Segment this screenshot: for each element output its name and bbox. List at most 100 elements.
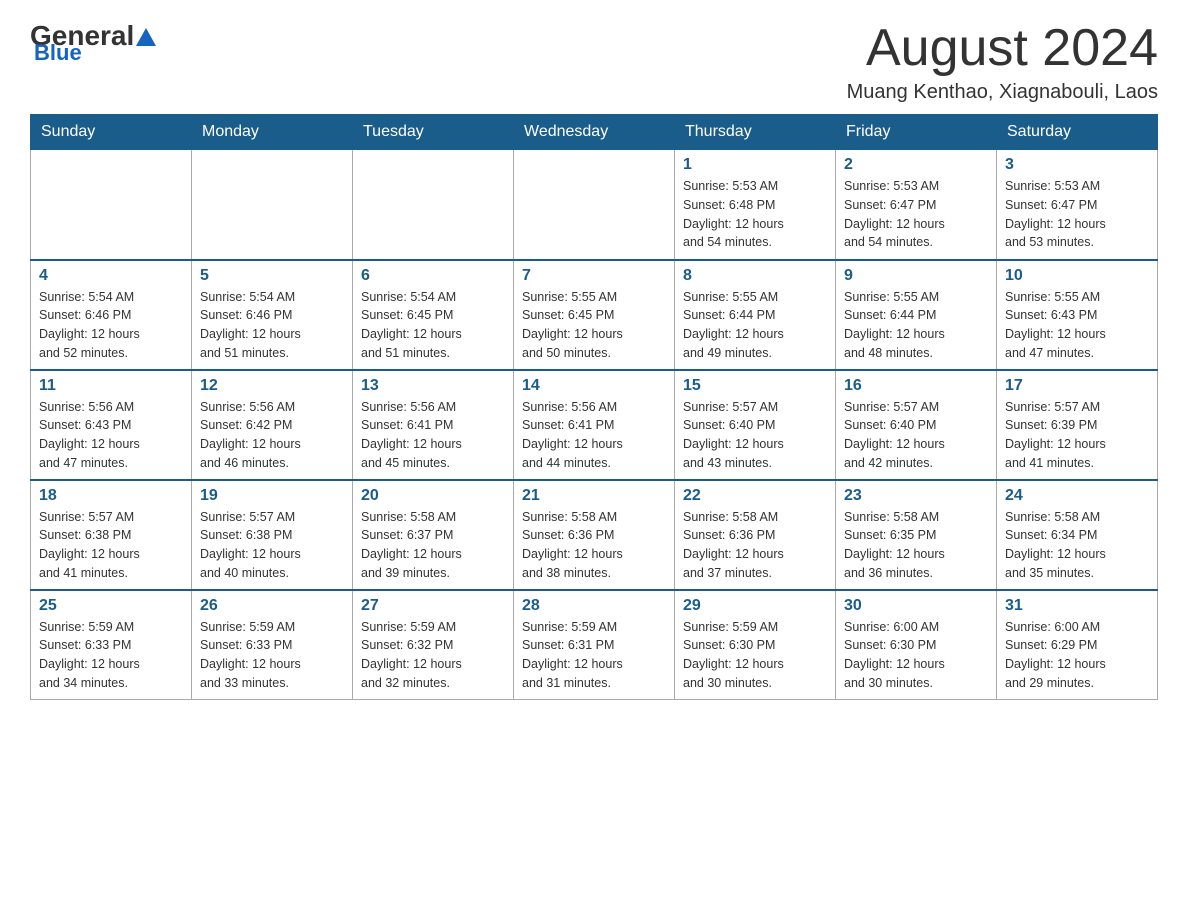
day-info: Sunrise: 5:58 AM Sunset: 6:35 PM Dayligh… [844, 508, 988, 583]
calendar-week-row: 4 Sunrise: 5:54 AM Sunset: 6:46 PM Daylig… [31, 260, 1158, 370]
day-header-friday: Friday [836, 115, 997, 150]
calendar-cell: 7 Sunrise: 5:55 AM Sunset: 6:45 PM Daylig… [514, 260, 675, 370]
day-number: 22 [683, 487, 827, 505]
day-info: Sunrise: 5:58 AM Sunset: 6:34 PM Dayligh… [1005, 508, 1149, 583]
day-number: 31 [1005, 597, 1149, 615]
day-info: Sunrise: 5:56 AM Sunset: 6:42 PM Dayligh… [200, 398, 344, 473]
day-number: 27 [361, 597, 505, 615]
calendar-cell: 16Sunrise: 5:57 AM Sunset: 6:40 PM Dayli… [836, 370, 997, 480]
day-info: Sunrise: 5:56 AM Sunset: 6:41 PM Dayligh… [361, 398, 505, 473]
day-header-wednesday: Wednesday [514, 115, 675, 150]
day-info: Sunrise: 5:53 AM Sunset: 6:47 PM Dayligh… [844, 177, 988, 252]
day-info: Sunrise: 5:55 AM Sunset: 6:44 PM Dayligh… [683, 288, 827, 363]
calendar-cell: 6 Sunrise: 5:54 AM Sunset: 6:45 PM Daylig… [353, 260, 514, 370]
calendar-cell: 4 Sunrise: 5:54 AM Sunset: 6:46 PM Daylig… [31, 260, 192, 370]
day-info: Sunrise: 5:54 AM Sunset: 6:46 PM Dayligh… [200, 288, 344, 363]
day-info: Sunrise: 5:56 AM Sunset: 6:43 PM Dayligh… [39, 398, 183, 473]
day-number: 11 [39, 377, 183, 395]
day-info: Sunrise: 5:56 AM Sunset: 6:41 PM Dayligh… [522, 398, 666, 473]
day-number: 30 [844, 597, 988, 615]
calendar-cell: 28Sunrise: 5:59 AM Sunset: 6:31 PM Dayli… [514, 590, 675, 700]
day-info: Sunrise: 5:57 AM Sunset: 6:39 PM Dayligh… [1005, 398, 1149, 473]
day-number: 10 [1005, 267, 1149, 285]
day-info: Sunrise: 5:55 AM Sunset: 6:45 PM Dayligh… [522, 288, 666, 363]
calendar-cell: 29Sunrise: 5:59 AM Sunset: 6:30 PM Dayli… [675, 590, 836, 700]
day-info: Sunrise: 5:58 AM Sunset: 6:37 PM Dayligh… [361, 508, 505, 583]
day-info: Sunrise: 5:57 AM Sunset: 6:38 PM Dayligh… [200, 508, 344, 583]
calendar-cell: 20 Sunrise: 5:58 AM Sunset: 6:37 PM Dayli… [353, 480, 514, 590]
day-number: 25 [39, 597, 183, 615]
calendar-week-row: 1 Sunrise: 5:53 AM Sunset: 6:48 PM Daylig… [31, 150, 1158, 260]
day-info: Sunrise: 5:54 AM Sunset: 6:45 PM Dayligh… [361, 288, 505, 363]
day-number: 26 [200, 597, 344, 615]
calendar-cell: 14 Sunrise: 5:56 AM Sunset: 6:41 PM Dayli… [514, 370, 675, 480]
day-info: Sunrise: 5:59 AM Sunset: 6:33 PM Dayligh… [200, 618, 344, 693]
calendar-cell: 15 Sunrise: 5:57 AM Sunset: 6:40 PM Dayli… [675, 370, 836, 480]
day-number: 23 [844, 487, 988, 505]
calendar-cell: 1 Sunrise: 5:53 AM Sunset: 6:48 PM Daylig… [675, 150, 836, 260]
page-header: General Blue August 2024 Muang Kenthao, … [30, 20, 1158, 104]
calendar-cell: 13Sunrise: 5:56 AM Sunset: 6:41 PM Dayli… [353, 370, 514, 480]
day-info: Sunrise: 6:00 AM Sunset: 6:30 PM Dayligh… [844, 618, 988, 693]
calendar-cell: 24 Sunrise: 5:58 AM Sunset: 6:34 PM Dayli… [997, 480, 1158, 590]
calendar-cell [31, 150, 192, 260]
day-header-sunday: Sunday [31, 115, 192, 150]
day-number: 14 [522, 377, 666, 395]
calendar-cell: 22 Sunrise: 5:58 AM Sunset: 6:36 PM Dayli… [675, 480, 836, 590]
calendar-cell: 12Sunrise: 5:56 AM Sunset: 6:42 PM Dayli… [192, 370, 353, 480]
day-number: 9 [844, 267, 988, 285]
day-info: Sunrise: 5:53 AM Sunset: 6:47 PM Dayligh… [1005, 177, 1149, 252]
day-header-tuesday: Tuesday [353, 115, 514, 150]
day-info: Sunrise: 5:59 AM Sunset: 6:30 PM Dayligh… [683, 618, 827, 693]
day-number: 5 [200, 267, 344, 285]
calendar-cell: 10 Sunrise: 5:55 AM Sunset: 6:43 PM Dayli… [997, 260, 1158, 370]
calendar-cell: 25 Sunrise: 5:59 AM Sunset: 6:33 PM Dayli… [31, 590, 192, 700]
calendar-cell: 18 Sunrise: 5:57 AM Sunset: 6:38 PM Dayli… [31, 480, 192, 590]
calendar-cell [192, 150, 353, 260]
calendar-cell: 31 Sunrise: 6:00 AM Sunset: 6:29 PM Dayli… [997, 590, 1158, 700]
day-number: 15 [683, 377, 827, 395]
logo: General Blue [30, 20, 158, 66]
calendar-cell: 11 Sunrise: 5:56 AM Sunset: 6:43 PM Dayli… [31, 370, 192, 480]
calendar-cell: 26 Sunrise: 5:59 AM Sunset: 6:33 PM Dayli… [192, 590, 353, 700]
logo-triangle-icon [136, 28, 156, 46]
day-info: Sunrise: 5:55 AM Sunset: 6:44 PM Dayligh… [844, 288, 988, 363]
calendar-week-row: 11 Sunrise: 5:56 AM Sunset: 6:43 PM Dayli… [31, 370, 1158, 480]
day-number: 21 [522, 487, 666, 505]
day-number: 18 [39, 487, 183, 505]
calendar-cell: 2Sunrise: 5:53 AM Sunset: 6:47 PM Daylig… [836, 150, 997, 260]
day-number: 6 [361, 267, 505, 285]
calendar-cell: 21Sunrise: 5:58 AM Sunset: 6:36 PM Dayli… [514, 480, 675, 590]
calendar-cell: 9 Sunrise: 5:55 AM Sunset: 6:44 PM Daylig… [836, 260, 997, 370]
day-number: 17 [1005, 377, 1149, 395]
day-number: 19 [200, 487, 344, 505]
day-info: Sunrise: 5:53 AM Sunset: 6:48 PM Dayligh… [683, 177, 827, 252]
day-number: 3 [1005, 156, 1149, 174]
calendar-cell: 30 Sunrise: 6:00 AM Sunset: 6:30 PM Dayli… [836, 590, 997, 700]
day-info: Sunrise: 5:54 AM Sunset: 6:46 PM Dayligh… [39, 288, 183, 363]
day-number: 20 [361, 487, 505, 505]
calendar-cell [514, 150, 675, 260]
calendar-cell: 5 Sunrise: 5:54 AM Sunset: 6:46 PM Daylig… [192, 260, 353, 370]
logo-blue-text: Blue [34, 40, 82, 66]
day-info: Sunrise: 5:59 AM Sunset: 6:31 PM Dayligh… [522, 618, 666, 693]
day-info: Sunrise: 5:57 AM Sunset: 6:40 PM Dayligh… [683, 398, 827, 473]
day-info: Sunrise: 5:57 AM Sunset: 6:38 PM Dayligh… [39, 508, 183, 583]
day-number: 1 [683, 156, 827, 174]
calendar-cell: 17 Sunrise: 5:57 AM Sunset: 6:39 PM Dayli… [997, 370, 1158, 480]
day-number: 4 [39, 267, 183, 285]
day-info: Sunrise: 5:55 AM Sunset: 6:43 PM Dayligh… [1005, 288, 1149, 363]
day-number: 24 [1005, 487, 1149, 505]
day-info: Sunrise: 5:58 AM Sunset: 6:36 PM Dayligh… [683, 508, 827, 583]
calendar-week-row: 25 Sunrise: 5:59 AM Sunset: 6:33 PM Dayli… [31, 590, 1158, 700]
day-info: Sunrise: 6:00 AM Sunset: 6:29 PM Dayligh… [1005, 618, 1149, 693]
calendar-cell [353, 150, 514, 260]
day-header-thursday: Thursday [675, 115, 836, 150]
month-title: August 2024 [847, 20, 1158, 77]
day-info: Sunrise: 5:59 AM Sunset: 6:33 PM Dayligh… [39, 618, 183, 693]
day-header-monday: Monday [192, 115, 353, 150]
title-section: August 2024 Muang Kenthao, Xiagnabouli, … [847, 20, 1158, 104]
calendar-week-row: 18 Sunrise: 5:57 AM Sunset: 6:38 PM Dayli… [31, 480, 1158, 590]
day-number: 7 [522, 267, 666, 285]
calendar-cell: 8Sunrise: 5:55 AM Sunset: 6:44 PM Daylig… [675, 260, 836, 370]
